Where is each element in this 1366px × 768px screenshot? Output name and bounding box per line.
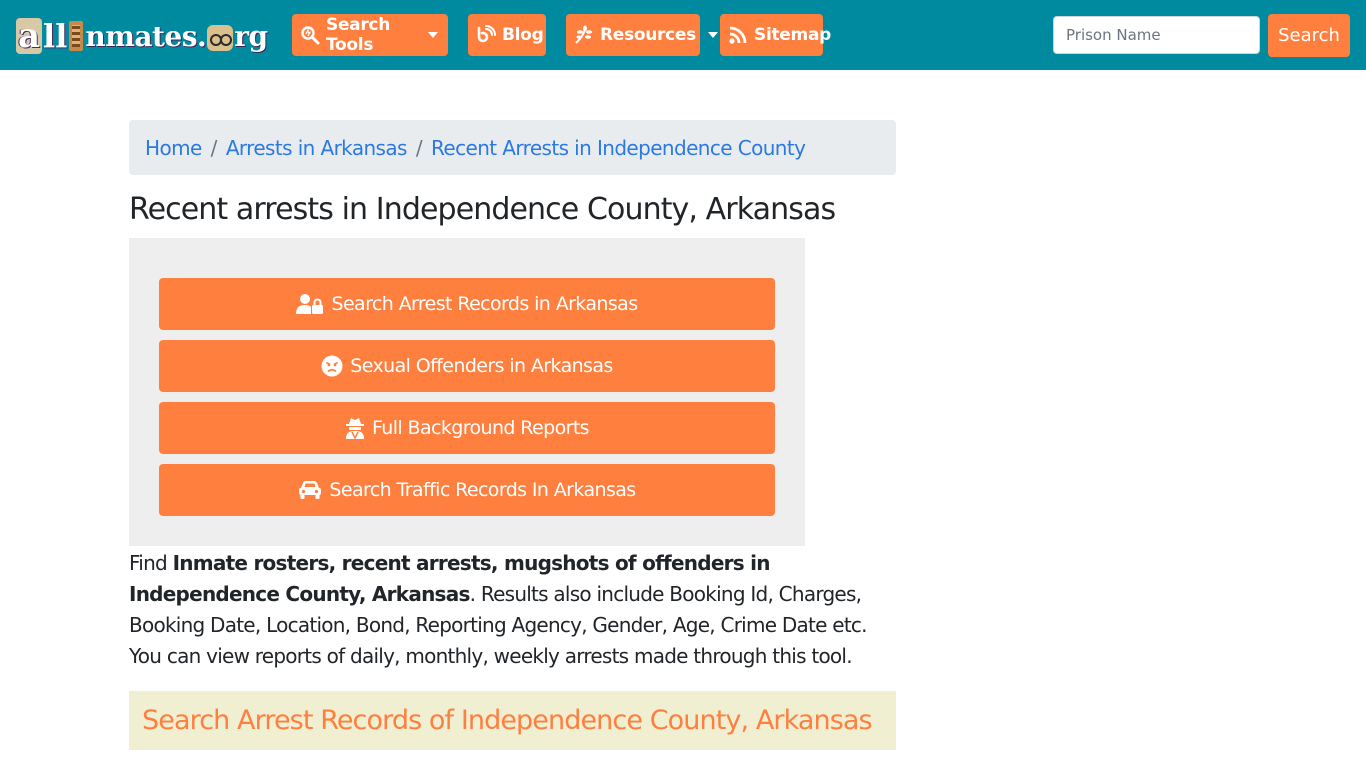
search-button[interactable]: Search: [1268, 14, 1350, 57]
angry-face-icon: [321, 355, 343, 377]
logo-letter-a: a: [16, 16, 43, 56]
logo-letters-rg: rg: [234, 20, 268, 53]
blog-icon: [476, 25, 496, 45]
rss-icon: [728, 25, 748, 45]
search-icon: [300, 25, 320, 45]
nav-resources-label: Resources: [600, 25, 696, 45]
nav-blog-label: Blog: [502, 25, 544, 45]
user-secret-icon: [345, 417, 365, 439]
breadcrumb-separator: /: [415, 135, 423, 160]
logo-inmate-icon: [69, 21, 84, 51]
breadcrumb-arrests-arkansas-link[interactable]: Arrests in Arkansas: [226, 136, 408, 160]
chevron-down-icon: [707, 32, 718, 38]
search-traffic-records-button[interactable]: Search Traffic Records In Arkansas: [159, 464, 775, 516]
full-background-reports-label: Full Background Reports: [371, 417, 590, 439]
page-title: Recent arrests in Independence County, A…: [129, 192, 836, 227]
chevron-down-icon: [428, 32, 438, 38]
intro-paragraph: Find Inmate rosters, recent arrests, mug…: [129, 548, 889, 672]
breadcrumb-current-link[interactable]: Recent Arrests in Independence County: [431, 136, 806, 160]
breadcrumb: Home / Arrests in Arkansas / Recent Arre…: [129, 120, 896, 175]
search-traffic-records-label: Search Traffic Records In Arkansas: [329, 479, 636, 501]
handcuffs-icon: [207, 25, 234, 51]
sexual-offenders-label: Sexual Offenders in Arkansas: [350, 355, 613, 377]
nav-search-tools-button[interactable]: Search Tools: [292, 14, 448, 56]
search-arrest-records-button[interactable]: Search Arrest Records in Arkansas: [159, 278, 775, 330]
leaf-icon: [574, 25, 594, 45]
sexual-offenders-button[interactable]: Sexual Offenders in Arkansas: [159, 340, 775, 392]
car-icon: [298, 480, 322, 500]
navbar: a ll nmates. rg Search Tools Blog Resour…: [0, 0, 1366, 70]
site-logo[interactable]: a ll nmates. rg: [16, 16, 268, 54]
nav-sitemap-label: Sitemap: [754, 25, 831, 45]
search-actions-panel: Search Arrest Records in Arkansas Sexual…: [129, 238, 805, 546]
nav-sitemap-button[interactable]: Sitemap: [720, 14, 831, 56]
search-arrest-records-label: Search Arrest Records in Arkansas: [331, 293, 638, 315]
user-lock-icon: [296, 293, 324, 315]
intro-prefix: Find: [129, 551, 173, 575]
breadcrumb-home-link[interactable]: Home: [145, 136, 202, 160]
search-records-section-header: Search Arrest Records of Independence Co…: [129, 691, 896, 750]
nav-blog-button[interactable]: Blog: [468, 14, 546, 56]
full-background-reports-button[interactable]: Full Background Reports: [159, 402, 775, 454]
logo-letters-ll: ll: [43, 17, 68, 55]
prison-name-search-input[interactable]: [1053, 16, 1260, 54]
nav-resources-button[interactable]: Resources: [566, 14, 718, 56]
section-title: Search Arrest Records of Independence Co…: [142, 705, 873, 736]
nav-search-tools-label: Search Tools: [326, 15, 391, 55]
breadcrumb-separator: /: [210, 135, 218, 160]
logo-letters-nmates: nmates.: [85, 20, 207, 53]
